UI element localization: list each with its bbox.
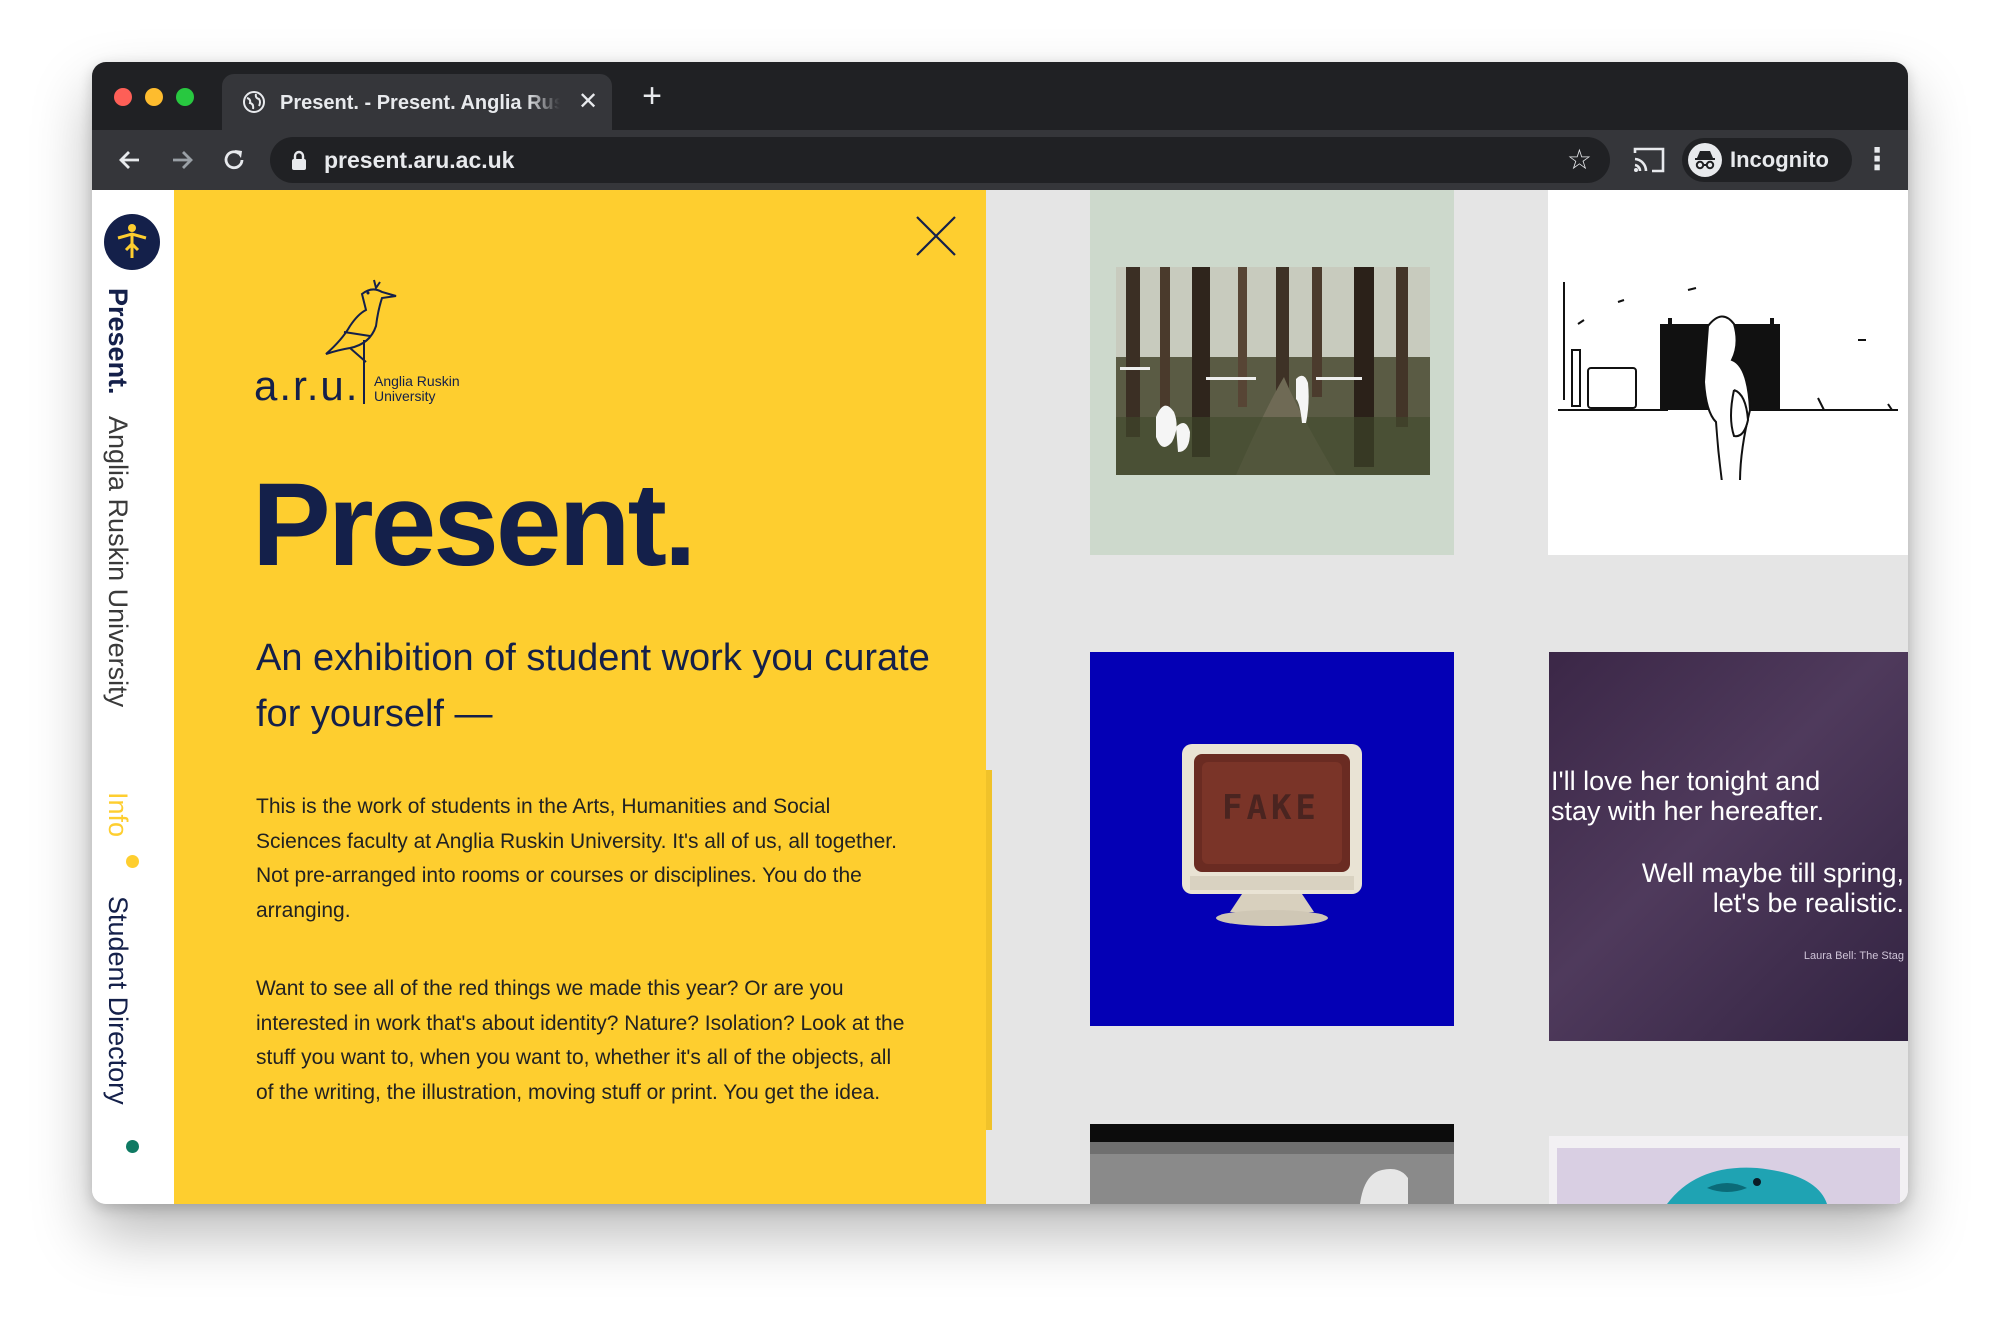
maximize-window-button[interactable]	[176, 88, 194, 106]
info-indicator-dot	[126, 855, 139, 868]
artwork-tile-photo[interactable]	[1549, 1136, 1908, 1204]
turquoise-object-image	[1557, 1148, 1900, 1204]
minimize-window-button[interactable]	[145, 88, 163, 106]
artwork-tile-quote[interactable]: I'll love her tonight and stay with her …	[1549, 652, 1908, 1041]
tab-bar: Present. - Present. Anglia Ruskin Univer…	[92, 62, 1908, 130]
incognito-profile-button[interactable]: Incognito	[1682, 138, 1852, 182]
aru-logo-line1: Anglia Ruskin	[374, 373, 460, 389]
browser-toolbar: present.aru.ac.uk ☆ Incognito ⋮	[92, 130, 1908, 190]
sidebar-brand[interactable]: Present.	[103, 288, 133, 395]
intro-paragraph: This is the work of students in the Arts…	[256, 795, 897, 922]
sidebar-university: Anglia Ruskin University	[103, 416, 133, 708]
browser-window: Present. - Present. Anglia Ruskin Univer…	[92, 62, 1908, 1204]
line-illustration-image	[1558, 282, 1898, 480]
reload-icon	[224, 150, 244, 170]
address-bar[interactable]: present.aru.ac.uk ☆	[270, 137, 1610, 183]
lock-icon	[292, 150, 306, 170]
quote-line-2: stay with her hereafter.	[1551, 796, 1825, 826]
tab-title: Present. - Present. Anglia Ruskin Univer…	[280, 92, 560, 114]
page-subtitle: An exhibition of student work you curate…	[256, 637, 930, 735]
sidebar: Present. Anglia Ruskin University Info S…	[92, 190, 174, 1204]
bookmark-star-icon[interactable]: ☆	[1567, 143, 1592, 177]
back-arrow-icon	[119, 151, 139, 169]
forest-photo-image	[1116, 267, 1430, 475]
bw-photo-image	[1090, 1142, 1454, 1204]
forward-arrow-icon	[173, 151, 193, 169]
crt-monitor-image	[1182, 744, 1362, 926]
info-panel: a.r.u. Anglia Ruskin University Present.…	[174, 190, 986, 1204]
page-content: Present. Anglia Ruskin University Info S…	[92, 190, 1908, 1204]
quote-line-3: Well maybe till spring,	[1641, 858, 1904, 888]
globe-icon	[243, 91, 265, 113]
aru-heron-logo[interactable]	[104, 214, 160, 270]
reload-button[interactable]	[214, 140, 254, 180]
browser-menu-icon[interactable]: ⋮	[1862, 140, 1892, 180]
close-window-button[interactable]	[114, 88, 132, 106]
forward-button[interactable]	[162, 140, 202, 180]
artwork-tile-fake-monitor[interactable]: FAKE	[1090, 652, 1454, 1026]
sidebar-item-student-directory[interactable]: Student Directory	[103, 896, 133, 1105]
quote-line-1: I'll love her tonight and	[1551, 766, 1821, 796]
window-controls	[114, 88, 194, 106]
new-tab-button[interactable]: +	[632, 76, 672, 116]
aru-logo-line2: University	[374, 388, 436, 404]
artwork-tile-bw-photo[interactable]	[1090, 1124, 1454, 1204]
page-title: Present.	[252, 459, 697, 591]
tab-active[interactable]: Present. - Present. Anglia Ruskin Univer…	[222, 74, 612, 130]
sidebar-item-info[interactable]: Info	[103, 792, 133, 837]
directory-indicator-dot	[126, 1140, 139, 1153]
incognito-icon	[1688, 143, 1722, 177]
artwork-tile-illustration[interactable]	[1548, 190, 1908, 555]
panel-scroll-edge[interactable]	[986, 770, 992, 1130]
aru-logo-wordmark: a.r.u.	[254, 362, 360, 409]
incognito-label: Incognito	[1730, 147, 1829, 172]
aru-logo-university: Anglia Ruskin University	[374, 374, 460, 404]
cast-icon[interactable]	[1632, 145, 1666, 175]
close-icon[interactable]	[914, 214, 958, 258]
url-text: present.aru.ac.uk	[324, 147, 515, 173]
curate-paragraph: Want to see all of the red things we mad…	[256, 977, 905, 1104]
fake-screen-text: FAKE	[1222, 788, 1320, 828]
close-tab-icon[interactable]: ✕	[574, 88, 602, 116]
back-button[interactable]	[110, 140, 150, 180]
artwork-tile-forest[interactable]	[1090, 190, 1454, 555]
quote-line-4: let's be realistic.	[1712, 888, 1904, 918]
quote-credit: Laura Bell: The Stag	[1803, 950, 1904, 962]
